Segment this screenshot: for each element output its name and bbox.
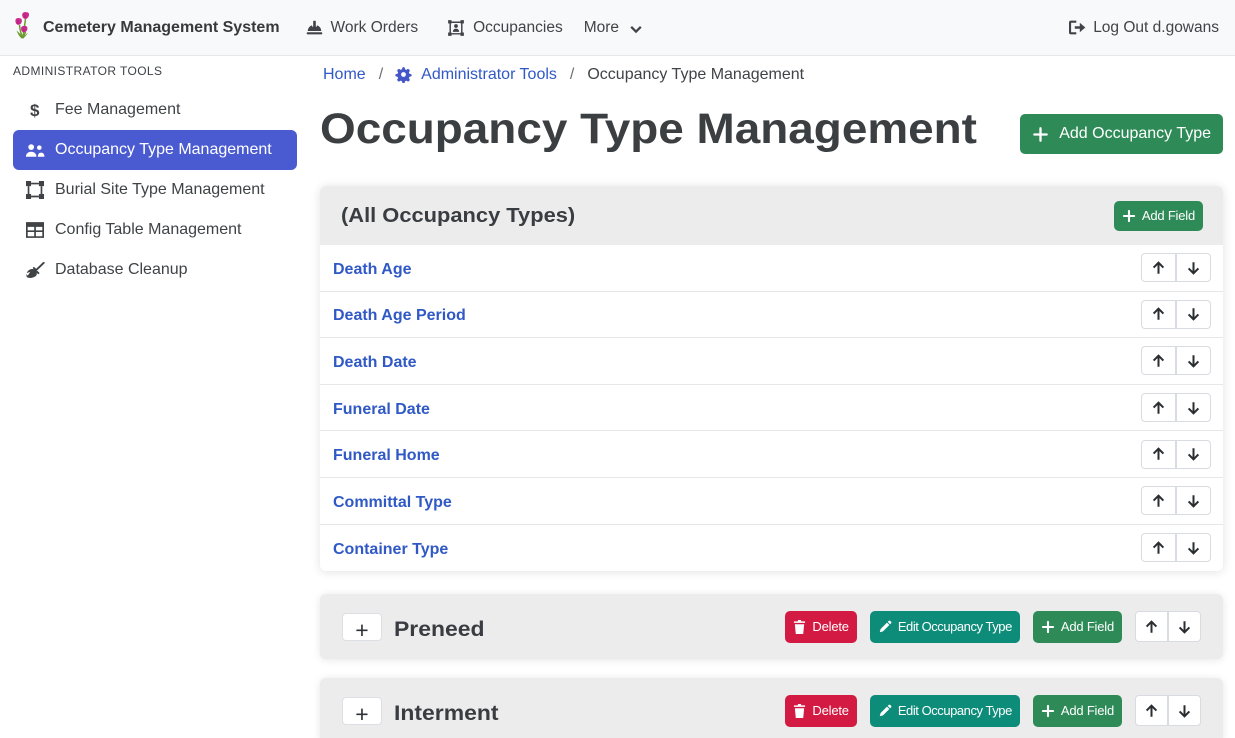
svg-text:$: $ [30,101,40,119]
